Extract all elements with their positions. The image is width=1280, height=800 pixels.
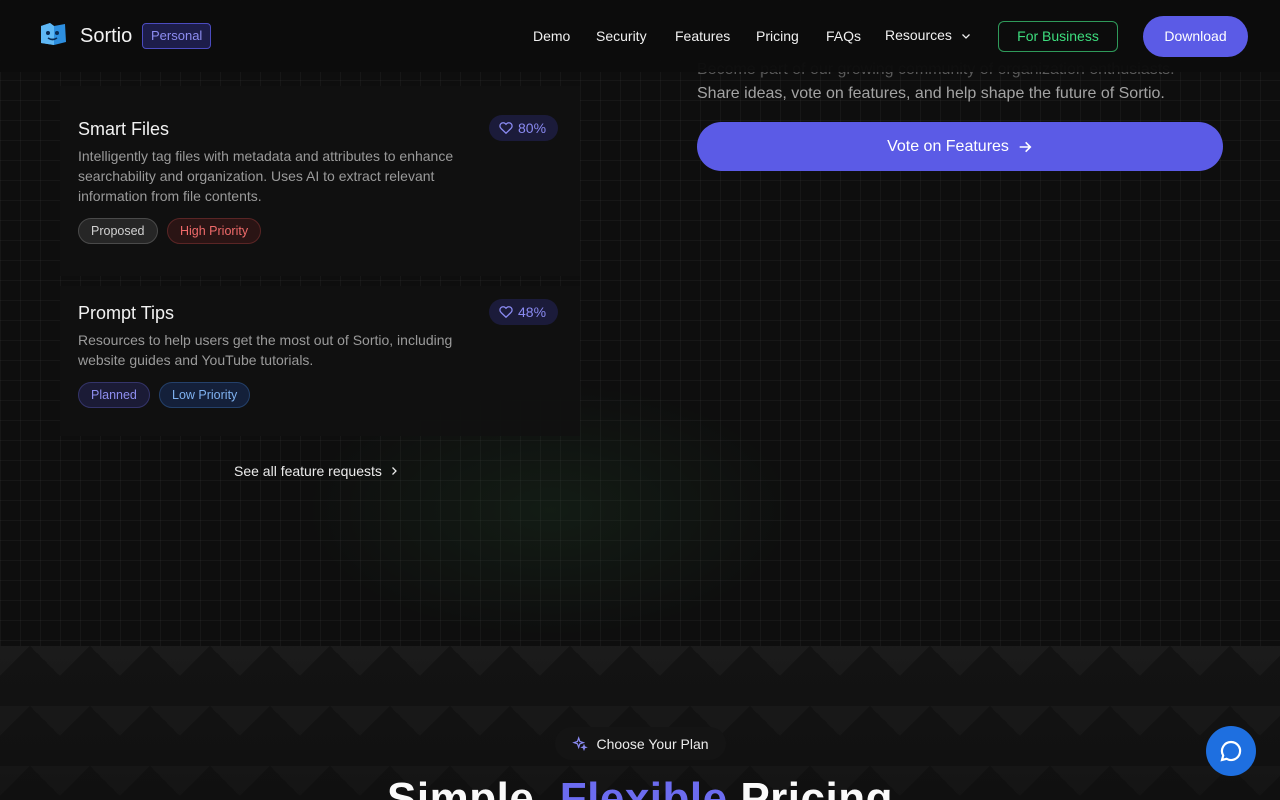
arrow-right-icon (1019, 141, 1032, 152)
pricing-title-word-2: Flexible (559, 774, 728, 800)
feature-card-prompt-tips[interactable]: Prompt Tips 48% Resources to help users … (60, 286, 580, 436)
chat-bubble-icon (1220, 740, 1242, 762)
nav-resources-label: Resources (885, 27, 952, 43)
sparkle-icon (572, 735, 589, 751)
nav-features[interactable]: Features (675, 28, 730, 44)
vote-pill[interactable]: 80% (489, 115, 559, 141)
nav-faqs[interactable]: FAQs (826, 28, 861, 44)
site-header: Sortio Personal Demo Security Features P… (0, 0, 1280, 72)
vote-percentage: 80% (518, 120, 547, 136)
vote-pill[interactable]: 48% (489, 299, 559, 325)
pricing-title-word-1: Simple, (387, 774, 548, 800)
see-all-feature-requests-link[interactable]: See all feature requests (234, 463, 400, 479)
choose-your-plan-pill: Choose Your Plan (555, 727, 726, 760)
sortio-logo-icon[interactable] (38, 20, 68, 48)
vote-on-features-button[interactable]: Vote on Features (697, 122, 1223, 171)
heart-icon (499, 306, 513, 319)
nav-resources[interactable]: Resources (885, 27, 972, 43)
feature-title: Prompt Tips (78, 303, 175, 323)
heart-icon (499, 122, 513, 135)
see-all-label: See all feature requests (234, 463, 382, 479)
chevron-down-icon (961, 34, 970, 40)
pricing-title-word-3: Pricing (740, 774, 893, 800)
nav-security[interactable]: Security (596, 28, 647, 44)
plan-pill-label: Choose Your Plan (596, 735, 709, 752)
brand-name[interactable]: Sortio (80, 25, 132, 48)
for-business-button[interactable]: For Business (998, 21, 1118, 52)
priority-tag: Low Priority (159, 382, 251, 408)
community-line-2: Share ideas, vote on features, and help … (697, 85, 1165, 102)
vote-label: Vote on Features (887, 137, 1009, 155)
feature-description: Intelligently tag files with metadata an… (78, 148, 454, 204)
status-tag: Proposed (78, 218, 158, 244)
status-tag: Planned (78, 382, 150, 408)
nav-pricing[interactable]: Pricing (756, 28, 799, 44)
personal-badge: Personal (142, 23, 212, 49)
chat-widget-button[interactable] (1206, 726, 1256, 776)
pricing-title: Simple, Flexible Pricing (0, 774, 1280, 800)
feature-card-smart-files[interactable]: Smart Files 80% Intelligently tag files … (60, 86, 580, 276)
download-button[interactable]: Download (1143, 16, 1248, 57)
chevron-right-icon (391, 467, 397, 475)
vote-percentage: 48% (518, 304, 547, 320)
priority-tag: High Priority (167, 218, 262, 244)
nav-demo[interactable]: Demo (533, 28, 570, 44)
feature-title: Smart Files (78, 119, 170, 139)
feature-description: Resources to help users get the most out… (78, 332, 453, 368)
